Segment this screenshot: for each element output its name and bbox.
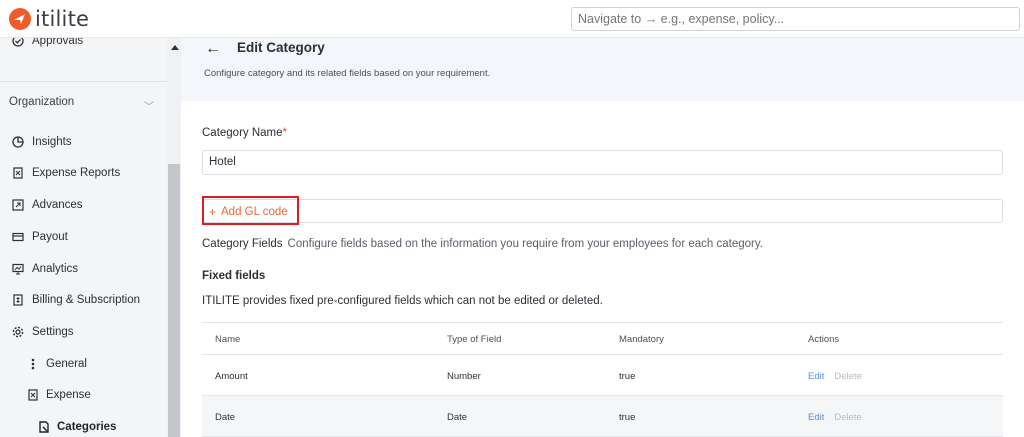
sidebar-item-advances[interactable]: Advances (11, 198, 83, 212)
table-row: Amount Number true Edit Delete (202, 355, 1003, 396)
logo-text: itilite (35, 7, 90, 31)
cell-type: Number (447, 371, 481, 382)
header-name: Name (215, 334, 241, 345)
header-type: Type of Field (447, 334, 502, 345)
sidebar-item-insights[interactable]: Insights (11, 135, 72, 149)
sidebar-item-expense-reports[interactable]: Expense Reports (11, 166, 120, 180)
divider (0, 81, 167, 82)
sidebar-subitem-categories[interactable]: Categories (38, 420, 116, 434)
sidebar-item-label: General (46, 358, 87, 370)
category-fields-title: Category Fields (202, 238, 283, 250)
logo[interactable]: itilite (9, 7, 89, 31)
search-input[interactable] (571, 7, 1020, 31)
advance-icon (11, 198, 25, 212)
sidebar-section-organization[interactable]: Organization (9, 96, 74, 108)
required-mark: * (282, 127, 288, 139)
category-fields-heading: Category Fields Configure fields based on… (202, 238, 763, 250)
page-subtitle: Configure category and its related field… (204, 68, 491, 79)
category-name-input[interactable]: Hotel (202, 150, 1003, 175)
sidebar: Approvals Organization ﹀ Insights Expens… (0, 38, 167, 437)
analytics-icon (11, 262, 25, 276)
delete-button: Delete (834, 371, 862, 382)
plane-logo-icon (9, 8, 31, 30)
page-title: Edit Category (237, 40, 325, 55)
scrollbar-thumb[interactable] (168, 164, 180, 437)
category-icon (38, 420, 50, 434)
top-bar: itilite (0, 0, 1024, 38)
sidebar-item-settings[interactable]: Settings (11, 325, 74, 339)
cell-actions: Edit Delete (808, 412, 862, 423)
sidebar-subitem-expense[interactable]: Expense (27, 388, 91, 402)
category-name-label-text: Category Name (202, 127, 283, 139)
sidebar-item-label: Approvals (32, 38, 84, 47)
sidebar-item-label: Advances (32, 199, 83, 211)
sidebar-item-label: Expense Reports (32, 167, 121, 179)
cell-actions: Edit Delete (808, 371, 862, 382)
table-header: Name Type of Field Mandatory Actions (202, 322, 1003, 355)
cell-name: Date (215, 412, 236, 423)
chevron-down-icon[interactable]: ﹀ (144, 98, 154, 113)
fixed-fields-title: Fixed fields (202, 270, 266, 282)
cell-mandatory: true (619, 371, 636, 382)
cell-type: Date (447, 412, 468, 423)
header-actions: Actions (808, 334, 840, 345)
sidebar-item-label: Payout (32, 231, 68, 243)
kebab-icon (27, 357, 39, 371)
scroll-up-icon[interactable] (171, 45, 179, 50)
sidebar-item-payout[interactable]: Payout (11, 230, 68, 244)
add-gl-code-button[interactable]: + Add GL code (209, 205, 288, 219)
cell-name: Amount (215, 371, 248, 382)
sidebar-item-approvals[interactable]: Approvals (11, 38, 83, 48)
gl-code-field[interactable] (202, 199, 1003, 223)
sidebar-item-label: Expense (46, 389, 91, 401)
add-gl-code-label: Add GL code (221, 206, 288, 218)
sidebar-item-billing[interactable]: Billing & Subscription (11, 293, 140, 307)
edit-button[interactable]: Edit (808, 371, 824, 382)
sidebar-subitem-general[interactable]: General (27, 357, 87, 371)
header-mandatory: Mandatory (619, 334, 664, 345)
receipt-icon (11, 166, 25, 180)
table-row: Date Date true Edit Delete (202, 396, 1003, 437)
sidebar-item-label: Settings (32, 326, 74, 338)
sidebar-item-analytics[interactable]: Analytics (11, 262, 78, 276)
check-circle-icon (11, 38, 25, 48)
receipt-icon (27, 388, 39, 402)
sidebar-item-label: Billing & Subscription (32, 294, 141, 306)
billing-icon (11, 293, 25, 307)
sidebar-item-label: Analytics (32, 263, 79, 275)
gear-icon (11, 325, 25, 339)
sidebar-item-label: Categories (57, 421, 117, 433)
sidebar-item-label: Insights (32, 136, 72, 148)
back-arrow-icon[interactable]: ← (205, 40, 221, 58)
category-name-label: Category Name* (202, 127, 287, 139)
category-fields-desc: Configure fields based on the informatio… (287, 238, 763, 250)
cell-mandatory: true (619, 412, 636, 423)
edit-button[interactable]: Edit (808, 412, 824, 423)
fixed-fields-desc: ITILITE provides fixed pre-configured fi… (202, 295, 603, 307)
pie-chart-icon (11, 135, 25, 149)
card-icon (11, 230, 25, 244)
delete-button: Delete (834, 412, 862, 423)
plus-icon: + (209, 205, 217, 219)
